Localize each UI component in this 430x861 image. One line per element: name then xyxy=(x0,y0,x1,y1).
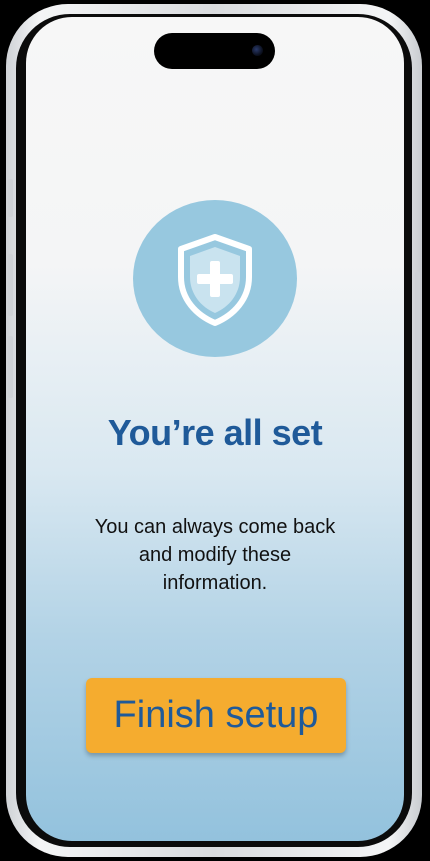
volume-down-button xyxy=(8,336,13,398)
page-title: You’re all set xyxy=(107,412,323,453)
action-button xyxy=(8,179,13,217)
finish-setup-button[interactable]: Finish setup xyxy=(86,678,346,753)
screen: You’re all set You can always come back … xyxy=(26,17,404,841)
shield-badge xyxy=(133,200,297,357)
power-button xyxy=(415,272,420,370)
dynamic-island xyxy=(154,33,275,69)
camera-icon xyxy=(252,45,263,56)
shield-plus-icon xyxy=(178,233,252,326)
volume-up-button xyxy=(8,254,13,316)
info-message: You can always come back and modify thes… xyxy=(94,516,336,594)
